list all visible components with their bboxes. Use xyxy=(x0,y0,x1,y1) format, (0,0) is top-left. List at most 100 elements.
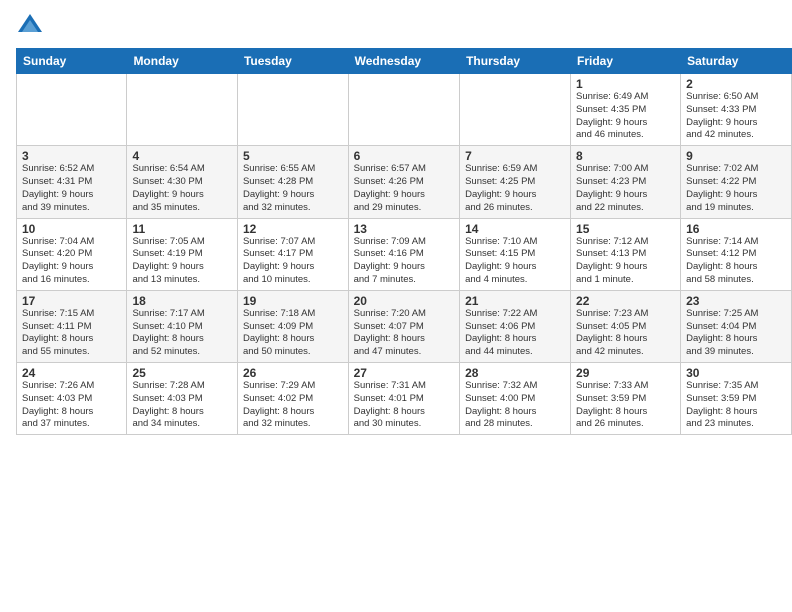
day-info: Sunrise: 7:00 AM Sunset: 4:23 PM Dayligh… xyxy=(576,163,675,214)
calendar-cell: 16Sunrise: 7:14 AM Sunset: 4:12 PM Dayli… xyxy=(681,218,792,290)
day-info: Sunrise: 7:07 AM Sunset: 4:17 PM Dayligh… xyxy=(243,236,343,287)
col-header-friday: Friday xyxy=(571,49,681,74)
calendar-cell: 30Sunrise: 7:35 AM Sunset: 3:59 PM Dayli… xyxy=(681,363,792,435)
calendar-cell: 23Sunrise: 7:25 AM Sunset: 4:04 PM Dayli… xyxy=(681,290,792,362)
calendar-cell: 13Sunrise: 7:09 AM Sunset: 4:16 PM Dayli… xyxy=(348,218,459,290)
day-info: Sunrise: 7:10 AM Sunset: 4:15 PM Dayligh… xyxy=(465,236,565,287)
calendar-cell: 28Sunrise: 7:32 AM Sunset: 4:00 PM Dayli… xyxy=(460,363,571,435)
day-info: Sunrise: 6:59 AM Sunset: 4:25 PM Dayligh… xyxy=(465,163,565,214)
calendar-cell: 9Sunrise: 7:02 AM Sunset: 4:22 PM Daylig… xyxy=(681,146,792,218)
col-header-sunday: Sunday xyxy=(17,49,127,74)
logo-icon xyxy=(16,12,44,40)
day-info: Sunrise: 7:29 AM Sunset: 4:02 PM Dayligh… xyxy=(243,380,343,431)
day-info: Sunrise: 7:09 AM Sunset: 4:16 PM Dayligh… xyxy=(354,236,454,287)
day-info: Sunrise: 6:50 AM Sunset: 4:33 PM Dayligh… xyxy=(686,91,786,142)
day-number: 17 xyxy=(22,294,121,308)
week-row-1: 1Sunrise: 6:49 AM Sunset: 4:35 PM Daylig… xyxy=(17,74,792,146)
calendar-cell xyxy=(17,74,127,146)
calendar-cell: 4Sunrise: 6:54 AM Sunset: 4:30 PM Daylig… xyxy=(127,146,238,218)
calendar-cell: 15Sunrise: 7:12 AM Sunset: 4:13 PM Dayli… xyxy=(571,218,681,290)
day-number: 20 xyxy=(354,294,454,308)
day-info: Sunrise: 7:28 AM Sunset: 4:03 PM Dayligh… xyxy=(132,380,232,431)
calendar-cell: 24Sunrise: 7:26 AM Sunset: 4:03 PM Dayli… xyxy=(17,363,127,435)
calendar-cell xyxy=(127,74,238,146)
day-number: 1 xyxy=(576,77,675,91)
calendar-cell: 18Sunrise: 7:17 AM Sunset: 4:10 PM Dayli… xyxy=(127,290,238,362)
day-info: Sunrise: 7:05 AM Sunset: 4:19 PM Dayligh… xyxy=(132,236,232,287)
day-number: 13 xyxy=(354,222,454,236)
day-number: 27 xyxy=(354,366,454,380)
day-info: Sunrise: 7:35 AM Sunset: 3:59 PM Dayligh… xyxy=(686,380,786,431)
week-row-5: 24Sunrise: 7:26 AM Sunset: 4:03 PM Dayli… xyxy=(17,363,792,435)
calendar-cell: 22Sunrise: 7:23 AM Sunset: 4:05 PM Dayli… xyxy=(571,290,681,362)
day-number: 7 xyxy=(465,149,565,163)
calendar-cell xyxy=(460,74,571,146)
calendar-cell xyxy=(348,74,459,146)
day-number: 2 xyxy=(686,77,786,91)
calendar-table: SundayMondayTuesdayWednesdayThursdayFrid… xyxy=(16,48,792,435)
calendar-cell: 26Sunrise: 7:29 AM Sunset: 4:02 PM Dayli… xyxy=(237,363,348,435)
col-header-saturday: Saturday xyxy=(681,49,792,74)
day-number: 8 xyxy=(576,149,675,163)
day-number: 18 xyxy=(132,294,232,308)
day-info: Sunrise: 7:04 AM Sunset: 4:20 PM Dayligh… xyxy=(22,236,121,287)
calendar-cell: 2Sunrise: 6:50 AM Sunset: 4:33 PM Daylig… xyxy=(681,74,792,146)
day-info: Sunrise: 7:18 AM Sunset: 4:09 PM Dayligh… xyxy=(243,308,343,359)
calendar-cell: 25Sunrise: 7:28 AM Sunset: 4:03 PM Dayli… xyxy=(127,363,238,435)
day-number: 23 xyxy=(686,294,786,308)
page-header xyxy=(0,0,792,48)
day-info: Sunrise: 6:52 AM Sunset: 4:31 PM Dayligh… xyxy=(22,163,121,214)
calendar-cell: 12Sunrise: 7:07 AM Sunset: 4:17 PM Dayli… xyxy=(237,218,348,290)
week-row-4: 17Sunrise: 7:15 AM Sunset: 4:11 PM Dayli… xyxy=(17,290,792,362)
day-number: 16 xyxy=(686,222,786,236)
calendar-cell: 20Sunrise: 7:20 AM Sunset: 4:07 PM Dayli… xyxy=(348,290,459,362)
day-info: Sunrise: 7:17 AM Sunset: 4:10 PM Dayligh… xyxy=(132,308,232,359)
day-info: Sunrise: 7:31 AM Sunset: 4:01 PM Dayligh… xyxy=(354,380,454,431)
calendar-header-row: SundayMondayTuesdayWednesdayThursdayFrid… xyxy=(17,49,792,74)
calendar-cell: 1Sunrise: 6:49 AM Sunset: 4:35 PM Daylig… xyxy=(571,74,681,146)
day-info: Sunrise: 7:32 AM Sunset: 4:00 PM Dayligh… xyxy=(465,380,565,431)
day-info: Sunrise: 7:02 AM Sunset: 4:22 PM Dayligh… xyxy=(686,163,786,214)
day-number: 11 xyxy=(132,222,232,236)
calendar-cell: 27Sunrise: 7:31 AM Sunset: 4:01 PM Dayli… xyxy=(348,363,459,435)
day-info: Sunrise: 7:12 AM Sunset: 4:13 PM Dayligh… xyxy=(576,236,675,287)
day-info: Sunrise: 7:15 AM Sunset: 4:11 PM Dayligh… xyxy=(22,308,121,359)
calendar-wrapper: SundayMondayTuesdayWednesdayThursdayFrid… xyxy=(0,48,792,443)
day-number: 26 xyxy=(243,366,343,380)
day-number: 6 xyxy=(354,149,454,163)
day-info: Sunrise: 6:55 AM Sunset: 4:28 PM Dayligh… xyxy=(243,163,343,214)
calendar-cell: 21Sunrise: 7:22 AM Sunset: 4:06 PM Dayli… xyxy=(460,290,571,362)
col-header-tuesday: Tuesday xyxy=(237,49,348,74)
calendar-cell: 17Sunrise: 7:15 AM Sunset: 4:11 PM Dayli… xyxy=(17,290,127,362)
calendar-cell: 8Sunrise: 7:00 AM Sunset: 4:23 PM Daylig… xyxy=(571,146,681,218)
day-number: 25 xyxy=(132,366,232,380)
calendar-cell: 10Sunrise: 7:04 AM Sunset: 4:20 PM Dayli… xyxy=(17,218,127,290)
day-number: 9 xyxy=(686,149,786,163)
calendar-cell: 29Sunrise: 7:33 AM Sunset: 3:59 PM Dayli… xyxy=(571,363,681,435)
day-info: Sunrise: 7:14 AM Sunset: 4:12 PM Dayligh… xyxy=(686,236,786,287)
day-number: 12 xyxy=(243,222,343,236)
calendar-cell: 11Sunrise: 7:05 AM Sunset: 4:19 PM Dayli… xyxy=(127,218,238,290)
calendar-cell: 7Sunrise: 6:59 AM Sunset: 4:25 PM Daylig… xyxy=(460,146,571,218)
logo xyxy=(16,12,48,40)
day-info: Sunrise: 6:54 AM Sunset: 4:30 PM Dayligh… xyxy=(132,163,232,214)
week-row-2: 3Sunrise: 6:52 AM Sunset: 4:31 PM Daylig… xyxy=(17,146,792,218)
col-header-thursday: Thursday xyxy=(460,49,571,74)
day-number: 29 xyxy=(576,366,675,380)
calendar-cell: 3Sunrise: 6:52 AM Sunset: 4:31 PM Daylig… xyxy=(17,146,127,218)
day-number: 10 xyxy=(22,222,121,236)
day-number: 3 xyxy=(22,149,121,163)
day-info: Sunrise: 7:26 AM Sunset: 4:03 PM Dayligh… xyxy=(22,380,121,431)
day-number: 24 xyxy=(22,366,121,380)
day-info: Sunrise: 7:33 AM Sunset: 3:59 PM Dayligh… xyxy=(576,380,675,431)
day-info: Sunrise: 7:22 AM Sunset: 4:06 PM Dayligh… xyxy=(465,308,565,359)
day-number: 15 xyxy=(576,222,675,236)
day-number: 21 xyxy=(465,294,565,308)
day-info: Sunrise: 6:57 AM Sunset: 4:26 PM Dayligh… xyxy=(354,163,454,214)
day-number: 22 xyxy=(576,294,675,308)
calendar-cell: 14Sunrise: 7:10 AM Sunset: 4:15 PM Dayli… xyxy=(460,218,571,290)
day-number: 14 xyxy=(465,222,565,236)
col-header-monday: Monday xyxy=(127,49,238,74)
day-info: Sunrise: 7:23 AM Sunset: 4:05 PM Dayligh… xyxy=(576,308,675,359)
col-header-wednesday: Wednesday xyxy=(348,49,459,74)
